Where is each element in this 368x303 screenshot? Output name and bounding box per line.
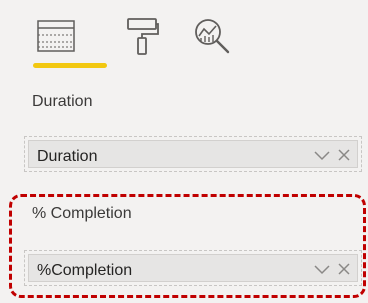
fields-grid-icon [37, 20, 75, 52]
close-icon[interactable] [337, 148, 351, 162]
visualization-toolbar [0, 0, 368, 80]
analytics-tab[interactable] [190, 14, 234, 58]
duration-field-well[interactable]: Duration [24, 136, 362, 172]
paint-roller-icon [127, 18, 159, 55]
highlight-annotation [9, 194, 366, 298]
format-tab[interactable] [122, 14, 162, 58]
duration-field-pill[interactable]: Duration [28, 140, 358, 168]
duration-field-name: Duration [37, 148, 98, 165]
chevron-down-icon[interactable] [313, 149, 331, 163]
active-tab-indicator [33, 63, 107, 68]
fields-tab[interactable] [32, 14, 80, 58]
duration-well-label: Duration [32, 93, 93, 110]
analytics-magnifier-icon [195, 19, 230, 54]
